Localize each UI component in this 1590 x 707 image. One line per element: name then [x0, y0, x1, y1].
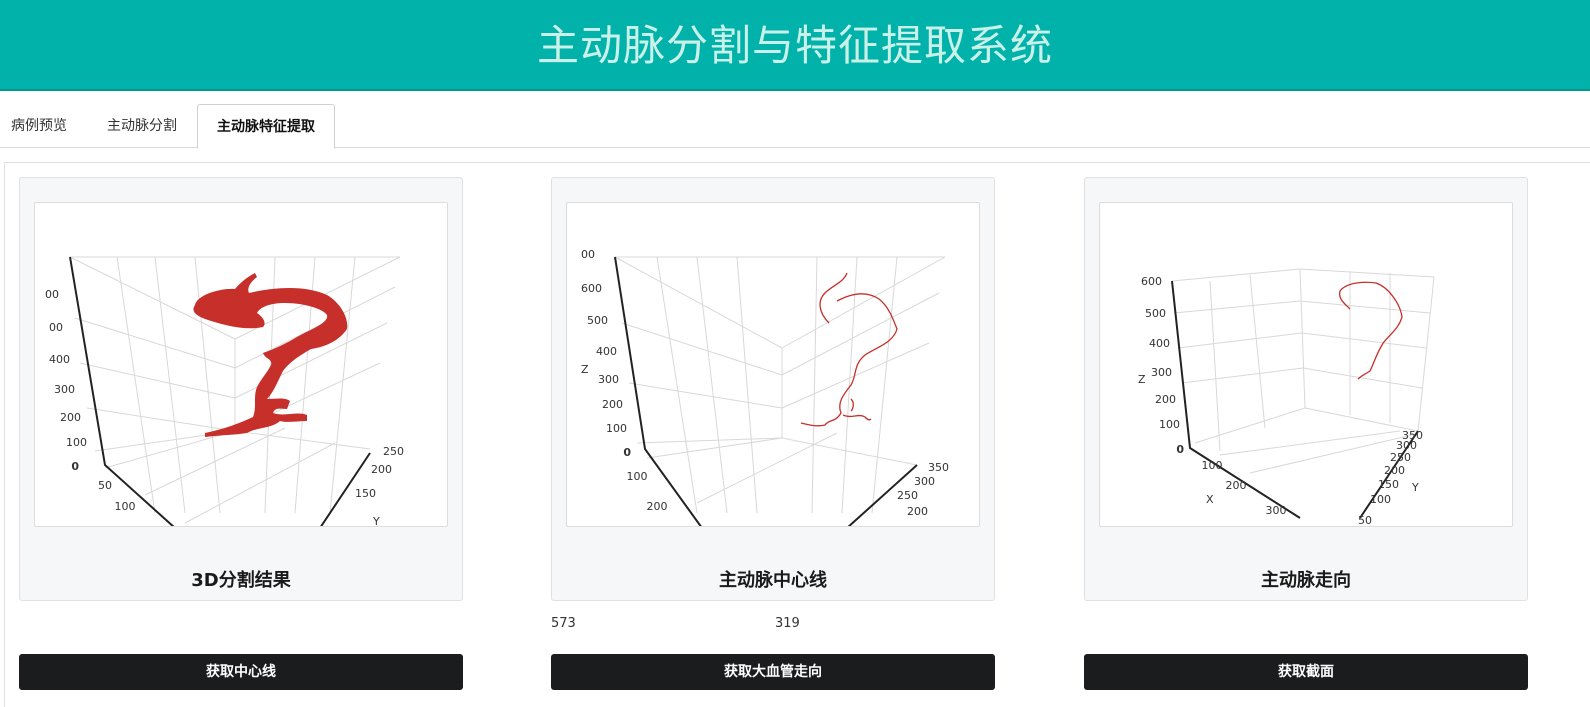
x-tick: 100 — [115, 500, 136, 513]
z-tick: 400 — [1149, 337, 1170, 350]
y-tick: 200 — [907, 505, 928, 518]
y-tick: 150 — [355, 487, 376, 500]
readout-left: 573 — [551, 616, 576, 631]
chart-direction[interactable]: 0 100 200 300 400 500 600 Z 100 200 300 … — [1100, 203, 1513, 527]
plot-3d-segmentation[interactable]: 0 100 200 300 400 00 00 50 100 150 200 2… — [34, 202, 448, 527]
z-tick: 300 — [598, 373, 619, 386]
z-tick: 400 — [49, 353, 70, 366]
y-tick-labels: 150 200 250 Y — [355, 445, 404, 527]
z-tick: 00 — [45, 288, 59, 301]
x-tick-labels: 50 100 — [98, 479, 136, 513]
y-tick: 250 — [897, 489, 918, 502]
z-tick: 300 — [54, 383, 75, 396]
x-tick: 50 — [98, 479, 112, 492]
chart-3d-segmentation[interactable]: 0 100 200 300 400 00 00 50 100 150 200 2… — [35, 203, 448, 527]
z-tick: 100 — [1159, 418, 1180, 431]
z-tick: 100 — [606, 422, 627, 435]
y-tick-labels: 50 100 150 200 250 300 350 Y — [1358, 429, 1423, 527]
z-tick: 0 — [1176, 443, 1184, 456]
y-tick: 350 — [928, 461, 949, 474]
direction-curve — [1338, 281, 1403, 380]
tab-bar: 病例预览 主动脉分割 主动脉特征提取 — [0, 104, 1590, 149]
z-tick-labels: 0 100 200 300 400 500 600 00 Z — [581, 248, 631, 459]
tab-case-preview[interactable]: 病例预览 — [0, 104, 78, 148]
z-tick: 00 — [581, 248, 595, 261]
y-tick: 300 — [914, 475, 935, 488]
z-tick: 200 — [60, 411, 81, 424]
card-title: 主动脉中心线 — [719, 570, 827, 591]
get-cross-section-button[interactable]: 获取截面 — [1084, 654, 1528, 690]
y-tick: 50 — [1358, 514, 1372, 527]
card-direction: 0 100 200 300 400 500 600 Z 100 200 300 … — [1084, 177, 1528, 601]
z-axis-label: Z — [581, 363, 589, 376]
card-3d-segmentation: 0 100 200 300 400 00 00 50 100 150 200 2… — [19, 177, 463, 601]
z-tick: 200 — [1155, 393, 1176, 406]
y-tick: 350 — [1402, 429, 1423, 442]
plot-direction[interactable]: 0 100 200 300 400 500 600 Z 100 200 300 … — [1099, 202, 1513, 527]
z-tick: 200 — [602, 398, 623, 411]
card-title: 主动脉走向 — [1261, 570, 1351, 591]
app-header: 主动脉分割与特征提取系统 — [0, 0, 1590, 91]
get-vessel-direction-button[interactable]: 获取大血管走向 — [551, 654, 995, 690]
y-tick: 100 — [1370, 493, 1391, 506]
z-tick: 500 — [587, 314, 608, 327]
get-centerline-button[interactable]: 获取中心线 — [19, 654, 463, 690]
app-title: 主动脉分割与特征提取系统 — [536, 21, 1053, 70]
card-centerline: 0 100 200 300 400 500 600 00 Z 100 200 2… — [551, 177, 995, 601]
x-tick: 100 — [1202, 459, 1223, 472]
y-axis-label: Y — [372, 515, 380, 527]
tab-aorta-segmentation[interactable]: 主动脉分割 — [94, 104, 190, 148]
readout-right: 319 — [775, 616, 800, 631]
z-tick: 600 — [1141, 275, 1162, 288]
x-tick: 100 — [627, 470, 648, 483]
y-tick: 200 — [1384, 464, 1405, 477]
y-tick: 250 — [1390, 451, 1411, 464]
card-title: 3D分割结果 — [191, 570, 291, 591]
z-tick: 400 — [596, 345, 617, 358]
x-tick: 200 — [1226, 479, 1247, 492]
z-tick-labels: 0 100 200 300 400 500 600 Z — [1138, 275, 1184, 456]
z-tick: 300 — [1151, 366, 1172, 379]
z-tick: 600 — [581, 282, 602, 295]
y-tick: 250 — [383, 445, 404, 458]
y-tick: 150 — [1378, 478, 1399, 491]
y-tick-labels: 200 250 300 350 — [897, 461, 949, 518]
tab-feature-extraction[interactable]: 主动脉特征提取 — [197, 104, 335, 149]
y-axis-label: Y — [1411, 481, 1419, 494]
chart-centerline[interactable]: 0 100 200 300 400 500 600 00 Z 100 200 2… — [567, 203, 980, 527]
x-tick-labels: 100 200 — [627, 470, 668, 513]
x-tick: 300 — [1266, 504, 1287, 517]
z-tick: 00 — [49, 321, 63, 334]
y-tick: 200 — [371, 463, 392, 476]
z-tick: 500 — [1145, 307, 1166, 320]
x-tick: 200 — [647, 500, 668, 513]
z-tick: 0 — [623, 446, 631, 459]
plot-centerline[interactable]: 0 100 200 300 400 500 600 00 Z 100 200 2… — [566, 202, 980, 527]
z-axis-label: Z — [1138, 373, 1146, 386]
aorta-segmentation-mesh — [193, 273, 348, 437]
z-tick: 100 — [66, 436, 87, 449]
x-axis-label: X — [1206, 493, 1214, 506]
z-tick: 0 — [71, 460, 79, 473]
